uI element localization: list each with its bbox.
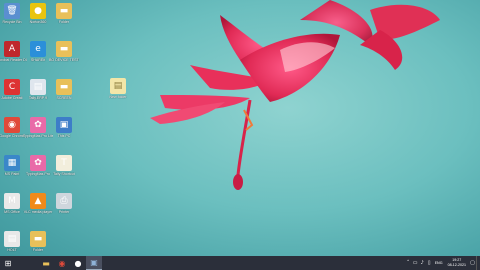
volume-icon[interactable]: ♪	[419, 256, 426, 270]
desktop-icon-label: BO DEVICE TESTING	[49, 58, 79, 62]
clock-date: 08-12-2021	[447, 263, 466, 267]
desktop-icon-label: SCREEN	[56, 96, 72, 100]
gmail-icon: M	[4, 193, 20, 209]
chrome-taskbar-icon[interactable]: ◉	[54, 256, 70, 270]
desktop-icon[interactable]: ▬BO DEVICE TESTING	[49, 41, 79, 62]
folder-icon: ▬	[56, 79, 72, 95]
desktop-icon[interactable]: ▬ SCREEN	[49, 79, 79, 100]
desktop-icon[interactable]: ▬ Folder	[23, 231, 53, 252]
desktop-icon[interactable]: T Tally Shortcut	[49, 155, 79, 176]
notification-icon[interactable]: ▢	[469, 256, 476, 270]
system-tray: ˄ ▭ ♪ ▯ ENG 19:27 08-12-2021 ▢	[405, 256, 480, 270]
document2-icon: ▤	[4, 231, 20, 247]
screen-recorder-icon[interactable]: ▣	[86, 256, 102, 270]
language-indicator[interactable]: ENG	[433, 256, 445, 270]
folder-icon: ▬	[56, 41, 72, 57]
vlc-icon: ▲	[30, 193, 46, 209]
taskbar-apps: ▬ ◉ ● ▣	[38, 256, 102, 270]
network-icon[interactable]: ▭	[412, 256, 419, 270]
desktop-icon-label: This PC	[57, 134, 71, 138]
desktop-icon[interactable]: ⎙ Printer	[49, 193, 79, 214]
desktop-icon-label: Folder	[58, 20, 70, 24]
battery-icon[interactable]: ▯	[426, 256, 433, 270]
computer-icon: ▣	[56, 117, 72, 133]
file-label: New folder	[109, 95, 127, 99]
folder-icon: ▬	[30, 231, 46, 247]
norton-icon: ●	[30, 3, 46, 19]
start-button[interactable]: ⊞	[0, 256, 16, 270]
typingmaster2-icon: ✿	[30, 155, 46, 171]
printer-icon: ⎙	[56, 193, 72, 209]
obs-icon[interactable]: ●	[70, 256, 86, 270]
desktop-icon[interactable]: ▣ This PC	[49, 117, 79, 138]
desktop-icon[interactable]: ▬ Folder	[49, 3, 79, 24]
document-icon: ▤	[30, 79, 46, 95]
adobe-creative-icon: C	[4, 79, 20, 95]
typingmaster-icon: ✿	[30, 117, 46, 133]
tally-icon: T	[56, 155, 72, 171]
mspaint-icon: ▦	[4, 155, 20, 171]
new-folder-file-icon[interactable]: ▤ New folder	[103, 78, 133, 99]
file-icon: ▤	[110, 78, 126, 94]
chevron-up-icon[interactable]: ˄	[405, 256, 412, 270]
desktop[interactable]: 🗑Recycle Bin●Norton360▬FolderAAcrobat Re…	[0, 0, 480, 270]
desktop-icon-label: Folder	[32, 248, 44, 252]
chrome-icon: ◉	[4, 117, 20, 133]
show-desktop-button[interactable]	[476, 256, 480, 270]
file-explorer-icon[interactable]: ▬	[38, 256, 54, 270]
taskbar: ⊞ ▬ ◉ ● ▣ ˄ ▭ ♪ ▯ ENG 19:27 08-12-2021 ▢	[0, 256, 480, 270]
folder-icon: ▬	[56, 3, 72, 19]
acrobat-reader-icon: A	[4, 41, 20, 57]
desktop-icon-label: Tally Shortcut	[53, 172, 75, 176]
clock[interactable]: 19:27 08-12-2021	[448, 258, 466, 268]
ie-icon: e	[30, 41, 46, 57]
desktop-icon-label: Printer	[58, 210, 70, 214]
recycle-bin-icon: 🗑	[4, 3, 20, 19]
